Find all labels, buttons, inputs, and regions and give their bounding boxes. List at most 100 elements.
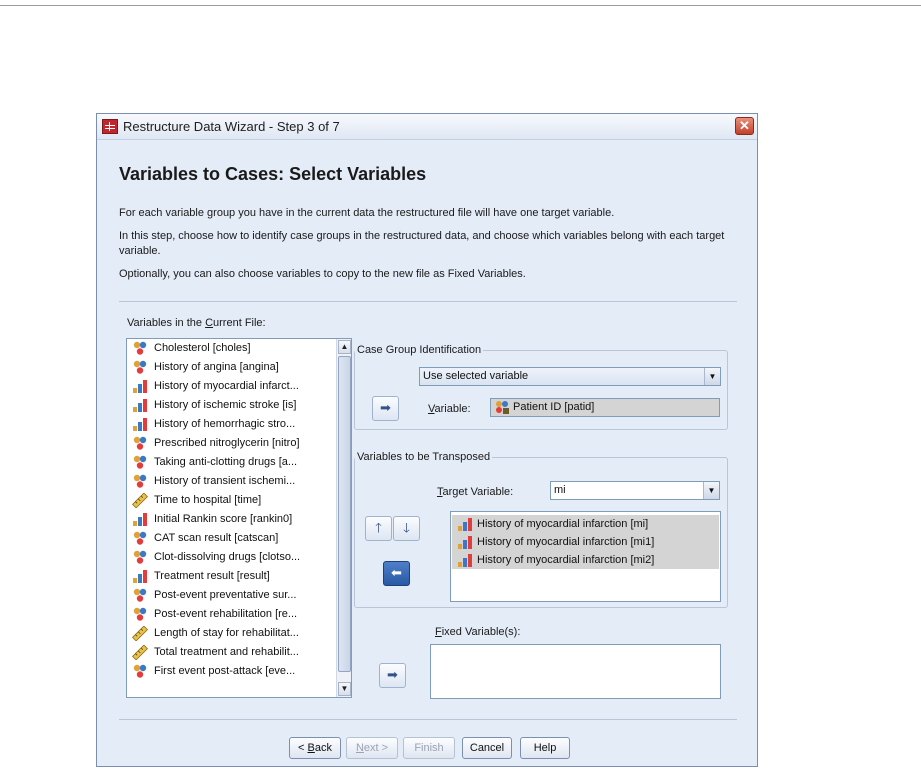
- case-variable-label: Variable:: [428, 403, 471, 415]
- restructure-wizard-dialog: Restructure Data Wizard - Step 3 of 7 ✕ …: [96, 113, 758, 767]
- variable-item-label: Initial Rankin score [rankin0]: [154, 513, 293, 525]
- arrow-left-icon: ⬅: [391, 565, 402, 580]
- variable-list-item[interactable]: Total treatment and rehabilit...: [127, 643, 351, 662]
- variable-list-item[interactable]: Treatment result [result]: [127, 567, 351, 586]
- transposed-variable-item[interactable]: History of myocardial infarction [mi]: [452, 515, 719, 533]
- variable-item-label: Prescribed nitroglycerin [nitro]: [154, 437, 300, 449]
- variable-list-item[interactable]: Taking anti-clotting drugs [a...: [127, 453, 351, 472]
- variable-list-item[interactable]: History of transient ischemi...: [127, 472, 351, 491]
- cancel-button[interactable]: Cancel: [462, 737, 512, 759]
- transposed-item-label: History of myocardial infarction [mi2]: [477, 554, 655, 566]
- top-separator: [119, 301, 737, 302]
- move-to-fixed-button[interactable]: ➡: [379, 663, 406, 688]
- move-down-button[interactable]: 🡓: [393, 516, 420, 541]
- back-button[interactable]: < Back: [289, 737, 341, 759]
- scroll-up-arrow-icon[interactable]: ▲: [338, 340, 351, 354]
- move-up-button[interactable]: 🡑: [365, 516, 392, 541]
- variable-item-label: Total treatment and rehabilit...: [154, 646, 299, 658]
- transposed-variables-items: History of myocardial infarction [mi] His…: [451, 512, 720, 569]
- ordinal-icon: [133, 513, 147, 526]
- variable-list-item[interactable]: First event post-attack [eve...: [127, 662, 351, 681]
- arrow-up-icon: 🡑: [375, 520, 382, 535]
- arrow-right-icon: ➡: [380, 400, 391, 415]
- nominal-icon: [133, 664, 147, 678]
- scale-icon: [132, 645, 148, 660]
- variable-item-label: Treatment result [result]: [154, 570, 270, 582]
- variable-list-item[interactable]: History of angina [angina]: [127, 358, 351, 377]
- nominal-icon: [133, 360, 147, 374]
- description-line-1: For each variable group you have in the …: [119, 207, 615, 219]
- nominal-icon: [133, 531, 147, 545]
- variable-list-item[interactable]: Initial Rankin score [rankin0]: [127, 510, 351, 529]
- next-button[interactable]: Next >: [346, 737, 398, 759]
- scroll-thumb[interactable]: [338, 356, 351, 672]
- transposed-variable-item[interactable]: History of myocardial infarction [mi1]: [452, 533, 719, 551]
- footer-separator: [119, 719, 737, 720]
- variable-list-item[interactable]: History of hemorrhagic stro...: [127, 415, 351, 434]
- description-line-3: Optionally, you can also choose variable…: [119, 268, 526, 280]
- variable-list-item[interactable]: Time to hospital [time]: [127, 491, 351, 510]
- move-out-of-transposed-button[interactable]: ⬅: [383, 561, 410, 586]
- variable-item-label: CAT scan result [catscan]: [154, 532, 279, 544]
- transposed-variable-item[interactable]: History of myocardial infarction [mi2]: [452, 551, 719, 569]
- finish-button[interactable]: Finish: [403, 737, 455, 759]
- current-variables-items: Cholesterol [choles] History of angina [a…: [127, 339, 351, 681]
- description-line-2: In this step, choose how to identify cas…: [119, 230, 725, 257]
- transposed-item-label: History of myocardial infarction [mi]: [477, 518, 649, 530]
- fixed-variables-list[interactable]: [430, 644, 721, 699]
- variable-item-label: History of myocardial infarct...: [154, 380, 299, 392]
- case-group-method-select[interactable]: Use selected variable ▼: [419, 367, 721, 386]
- variable-list-item[interactable]: Length of stay for rehabilitat...: [127, 624, 351, 643]
- window-title: Restructure Data Wizard - Step 3 of 7: [123, 119, 340, 134]
- arrow-down-icon: 🡓: [403, 520, 410, 535]
- variable-list-item[interactable]: Clot-dissolving drugs [clotso...: [127, 548, 351, 567]
- close-button[interactable]: ✕: [735, 117, 754, 135]
- ordinal-icon: [133, 570, 147, 583]
- chevron-down-icon[interactable]: ▼: [704, 368, 720, 385]
- ordinal-icon: [133, 399, 147, 412]
- variable-item-label: Time to hospital [time]: [154, 494, 262, 506]
- scale-icon: [132, 493, 148, 508]
- help-button[interactable]: Help: [520, 737, 570, 759]
- arrow-right-icon: ➡: [387, 667, 398, 682]
- current-variables-list[interactable]: Cholesterol [choles] History of angina [a…: [126, 338, 352, 698]
- case-group-method-value: Use selected variable: [423, 370, 529, 382]
- nominal-icon: [133, 341, 147, 355]
- variable-item-label: Length of stay for rehabilitat...: [154, 627, 299, 639]
- target-variable-label: Target Variable:: [437, 486, 514, 498]
- move-to-case-group-button[interactable]: ➡: [372, 396, 399, 421]
- variable-item-label: History of hemorrhagic stro...: [154, 418, 296, 430]
- case-group-legend: Case Group Identification: [357, 344, 482, 356]
- variable-list-item[interactable]: Cholesterol [choles]: [127, 339, 351, 358]
- variable-list-item[interactable]: History of ischemic stroke [is]: [127, 396, 351, 415]
- chevron-down-icon[interactable]: ▼: [703, 482, 719, 499]
- variable-item-label: Post-event rehabilitation [re...: [154, 608, 298, 620]
- scroll-down-arrow-icon[interactable]: ▼: [338, 682, 351, 696]
- variable-item-label: Post-event preventative sur...: [154, 589, 297, 601]
- fixed-variables-label: Fixed Variable(s):: [435, 626, 521, 638]
- variable-list-item[interactable]: Post-event preventative sur...: [127, 586, 351, 605]
- transposed-legend: Variables to be Transposed: [357, 451, 491, 463]
- variable-item-label: History of ischemic stroke [is]: [154, 399, 297, 411]
- case-group-variable-field[interactable]: Patient ID [patid]: [490, 398, 720, 417]
- transposed-variables-list[interactable]: History of myocardial infarction [mi] His…: [450, 511, 721, 602]
- variable-item-label: Clot-dissolving drugs [clotso...: [154, 551, 301, 563]
- ordinal-icon: [458, 536, 472, 549]
- case-group-identification-group: Case Group Identification: [354, 344, 728, 430]
- id-variable-icon: [496, 401, 509, 414]
- transposed-item-label: History of myocardial infarction [mi1]: [477, 536, 655, 548]
- variables-scrollbar[interactable]: ▲ ▼: [336, 339, 351, 697]
- ordinal-icon: [458, 518, 472, 531]
- target-variable-select[interactable]: mi ▼: [550, 481, 720, 500]
- nominal-icon: [133, 588, 147, 602]
- nominal-icon: [133, 455, 147, 469]
- variable-list-item[interactable]: Post-event rehabilitation [re...: [127, 605, 351, 624]
- page-top-rule: [0, 5, 921, 6]
- ordinal-icon: [133, 380, 147, 393]
- variable-list-item[interactable]: CAT scan result [catscan]: [127, 529, 351, 548]
- variable-list-item[interactable]: History of myocardial infarct...: [127, 377, 351, 396]
- title-bar: Restructure Data Wizard - Step 3 of 7 ✕: [97, 114, 757, 140]
- data-grid-app-icon: [102, 119, 118, 134]
- variable-list-item[interactable]: Prescribed nitroglycerin [nitro]: [127, 434, 351, 453]
- nominal-icon: [133, 550, 147, 564]
